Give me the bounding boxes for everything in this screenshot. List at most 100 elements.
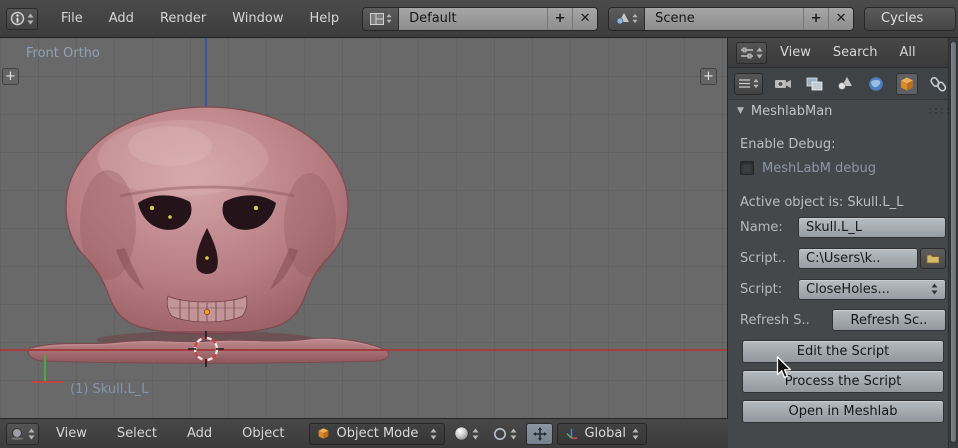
tab-object[interactable] — [896, 72, 918, 95]
chevron-updown-icon — [27, 13, 34, 24]
viewport-header: View Select Add Object Object Mode Globa… — [0, 418, 728, 448]
props-menu-all[interactable]: All — [891, 45, 925, 60]
translate-manipulator-toggle[interactable] — [526, 422, 554, 445]
mode-select[interactable]: Object Mode — [309, 422, 446, 445]
script-path-input[interactable]: C:\Users\k.. — [798, 247, 918, 269]
script-select-label: Script: — [740, 281, 783, 297]
process-script-button[interactable]: Process the Script — [742, 370, 944, 393]
translate-manipulator-icon — [532, 426, 547, 441]
orientation-label: Global — [584, 426, 626, 441]
screen-layout-selector: Default + ✕ — [362, 6, 599, 31]
script-select[interactable]: CloseHoles... — [798, 278, 946, 300]
tab-render[interactable] — [772, 73, 794, 95]
mini-axis-gizmo — [26, 352, 70, 396]
debug-checkbox[interactable] — [740, 161, 754, 175]
refresh-script-button[interactable]: Refresh Sc.. — [832, 309, 946, 331]
chevron-updown-icon — [632, 428, 639, 439]
info-editor-icon[interactable] — [6, 7, 38, 30]
menu-add-3d[interactable]: Add — [174, 426, 225, 441]
name-row: Name: Skull.L_L — [740, 216, 946, 238]
toolshelf-expand-handle[interactable]: + — [2, 68, 19, 85]
render-camera-icon — [775, 80, 791, 88]
select-updown-icon — [931, 283, 938, 295]
render-engine-select[interactable]: Cycles — [864, 6, 956, 31]
screen-layout-add-button[interactable]: + — [547, 7, 573, 30]
collapse-triangle-icon[interactable]: ▼ — [737, 106, 744, 116]
tab-constraints[interactable] — [927, 73, 949, 95]
object-cube-icon — [901, 77, 913, 90]
tab-filter-selector[interactable] — [734, 72, 763, 95]
render-layers-icon — [806, 77, 822, 91]
properties-editor-selector[interactable] — [736, 41, 767, 64]
script-path-row: Script.. C:\Users\k.. — [740, 247, 946, 269]
menu-add[interactable]: Add — [96, 11, 147, 26]
props-menu-search[interactable]: Search — [824, 45, 887, 60]
chevron-updown-icon — [28, 428, 35, 439]
tab-scene[interactable] — [834, 73, 856, 95]
panel-grip-icon[interactable] — [927, 107, 949, 115]
menu-render[interactable]: Render — [147, 11, 219, 26]
scene-browse-button[interactable] — [609, 7, 646, 30]
world-globe-icon — [869, 76, 883, 91]
menu-object[interactable]: Object — [229, 426, 297, 441]
scene-unlink-button[interactable]: ✕ — [828, 7, 854, 30]
orientation-select[interactable]: Global — [557, 422, 647, 445]
blender-window: File Add Render Window Help Default + ✕ — [0, 0, 958, 448]
view-name-label: Front Ortho — [26, 46, 100, 61]
proportional-edit-icon — [494, 427, 507, 440]
chevron-updown-icon — [632, 13, 638, 24]
chevron-updown-icon — [753, 78, 759, 89]
scene-name-field[interactable]: Scene — [645, 7, 804, 30]
menu-window[interactable]: Window — [219, 11, 296, 26]
screen-layout-browse-button[interactable] — [363, 7, 400, 30]
menu-help[interactable]: Help — [296, 11, 352, 26]
cursor-3d[interactable] — [188, 331, 224, 371]
refresh-label: Refresh S.. — [740, 312, 810, 328]
scene-tab-icon — [837, 77, 852, 90]
properties-scrollbar-thumb[interactable] — [950, 41, 957, 443]
x-axis-line — [0, 349, 727, 351]
meshlabman-panel-header[interactable]: ▼ MeshlabMan — [728, 100, 958, 122]
properties-scrollbar[interactable] — [948, 38, 958, 448]
mode-select-label: Object Mode — [336, 426, 419, 441]
script-select-value: CloseHoles... — [806, 281, 890, 297]
open-in-meshlab-button[interactable]: Open in Meshlab — [742, 400, 944, 423]
meshlabman-panel-body: Enable Debug: MeshLabM debug Active obje… — [728, 122, 958, 423]
viewport-editor-selector[interactable] — [6, 422, 39, 445]
edit-script-button[interactable]: Edit the Script — [742, 340, 944, 363]
orientation-axes-icon — [566, 428, 578, 439]
debug-checkbox-row: MeshLabM debug — [740, 158, 946, 178]
viewport-editor-icon — [11, 427, 23, 440]
scene-selector: Scene + ✕ — [608, 6, 855, 31]
active-object-text: Active object is: Skull.L_L — [740, 194, 904, 210]
skull-mesh[interactable] — [20, 100, 395, 369]
screen-layout-name-field[interactable]: Default — [399, 7, 548, 30]
menu-file[interactable]: File — [48, 11, 96, 26]
script-path-browse-button[interactable] — [920, 247, 946, 269]
script-select-row: Script: CloseHoles... — [740, 278, 946, 300]
proportional-edit-select[interactable] — [488, 427, 522, 441]
info-header: File Add Render Window Help Default + ✕ — [0, 0, 958, 38]
name-label: Name: — [740, 219, 783, 235]
skull-render — [27, 106, 390, 364]
tab-world[interactable] — [865, 73, 887, 95]
tab-render-layers[interactable] — [803, 73, 825, 95]
list-icon — [739, 79, 750, 88]
screen-layout-unlink-button[interactable]: ✕ — [572, 7, 598, 30]
viewport-3d[interactable]: Front Ortho (1) Skull.L_L + + — [0, 38, 728, 418]
chevron-updown-icon — [386, 13, 392, 24]
cursor-3d-icon — [188, 331, 224, 367]
viewport-shading-select[interactable] — [449, 426, 484, 441]
props-menu-view[interactable]: View — [771, 45, 820, 60]
info-editor-selector[interactable] — [6, 7, 38, 30]
name-input[interactable]: Skull.L_L — [798, 216, 946, 238]
script-path-label: Script.. — [740, 250, 786, 266]
sidebar-expand-handle[interactable]: + — [700, 68, 717, 85]
properties-editor-icon — [741, 47, 753, 58]
menu-select[interactable]: Select — [104, 426, 170, 441]
menu-view[interactable]: View — [43, 426, 100, 441]
scene-add-button[interactable]: + — [803, 7, 829, 30]
properties-header: View Search All — [728, 38, 958, 68]
folder-icon — [926, 254, 940, 263]
shading-sphere-icon — [455, 426, 469, 441]
